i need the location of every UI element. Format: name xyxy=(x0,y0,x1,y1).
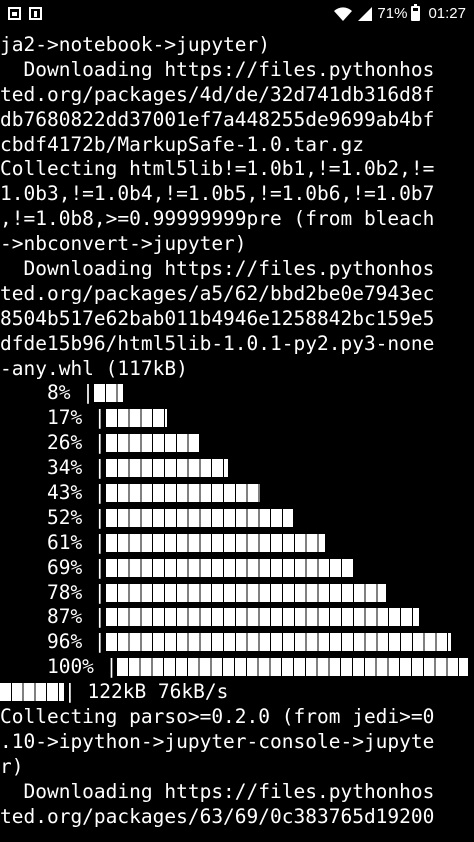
download-speed: | 122kB 76kB/s xyxy=(64,680,229,704)
terminal-line: ted.org/packages/a5/62/bbd2be0e7943ec xyxy=(0,281,435,305)
terminal-line: 8504b517e62bab011b4946e1258842bc159e5 xyxy=(0,306,435,330)
terminal-line: ja2->notebook->jupyter) xyxy=(0,33,271,56)
terminal-output[interactable]: ja2->notebook->jupyter) Downloading http… xyxy=(0,33,474,830)
progress-row: 87% | xyxy=(0,605,474,630)
progress-row: 43% | xyxy=(0,481,474,506)
progress-row: 26% | xyxy=(0,431,474,456)
battery-level-fill xyxy=(413,11,419,19)
progress-bar xyxy=(105,508,294,527)
progress-label: 96% | xyxy=(0,630,106,654)
progress-label: 61% | xyxy=(0,530,106,554)
system-status: 71% 01:27 xyxy=(333,4,466,22)
wifi-icon xyxy=(333,6,353,22)
progress-label: 26% | xyxy=(0,431,106,455)
terminal-line: ted.org/packages/63/69/0c383765d19200 xyxy=(0,804,435,828)
terminal-line: cbdf4172b/MarkupSafe-1.0.tar.gz xyxy=(0,132,364,156)
download-summary: | 122kB 76kB/s xyxy=(0,680,474,705)
terminal-line: ted.org/packages/4d/de/32d741db316d8f xyxy=(0,82,435,106)
terminal-line: ->nbconvert->jupyter) xyxy=(0,232,247,256)
terminal-line: r) xyxy=(0,754,24,778)
notification-icons xyxy=(8,7,42,20)
progress-bar xyxy=(105,633,452,652)
terminal-line: Collecting html5lib!=1.0b1,!=1.0b2,!= xyxy=(0,157,435,181)
progress-row: 52% | xyxy=(0,506,474,531)
progress-row: 8% | xyxy=(0,381,474,406)
progress-label: 8% | xyxy=(0,381,94,405)
progress-label: 100% | xyxy=(0,655,118,679)
status-bar: 71% 01:27 xyxy=(0,0,474,32)
progress-bar xyxy=(105,608,420,627)
progress-label: 52% | xyxy=(0,505,106,529)
progress-bar xyxy=(117,658,468,677)
progress-bar xyxy=(105,434,200,453)
progress-bar xyxy=(105,459,229,478)
progress-row: 34% | xyxy=(0,456,474,481)
progress-label: 17% | xyxy=(0,406,106,430)
terminal-line: Collecting parso>=0.2.0 (from jedi>=0 xyxy=(0,705,435,729)
clock: 01:27 xyxy=(428,5,466,22)
terminal-line: .10->ipython->jupyter-console->jupyte xyxy=(0,729,435,753)
terminal-line: 1.0b3,!=1.0b4,!=1.0b5,!=1.0b6,!=1.0b7 xyxy=(0,182,435,206)
image-notification-icon xyxy=(8,7,21,20)
signal-icon xyxy=(357,6,373,22)
progress-row: 69% | xyxy=(0,556,474,581)
battery-percent: 71% xyxy=(377,5,408,22)
progress-row: 100% | xyxy=(0,655,474,680)
progress-label: 34% | xyxy=(0,456,106,480)
terminal-line: Downloading https://files.pythonhos xyxy=(0,57,435,81)
progress-bar xyxy=(105,409,168,428)
progress-label: 69% | xyxy=(0,555,106,579)
progress-bar-overflow xyxy=(0,683,64,702)
progress-bar xyxy=(105,583,387,602)
terminal-line: dfde15b96/html5lib-1.0.1-py2.py3-none xyxy=(0,331,435,355)
progress-label: 78% | xyxy=(0,580,106,604)
progress-label: 43% | xyxy=(0,481,106,505)
terminal-line: Downloading https://files.pythonhos xyxy=(0,257,435,281)
battery-icon xyxy=(411,4,421,21)
progress-row: 78% | xyxy=(0,581,474,606)
progress-label: 87% | xyxy=(0,605,106,629)
progress-bar xyxy=(105,484,261,503)
terminal-line: Downloading https://files.pythonhos xyxy=(0,779,435,803)
terminal-line: db7680822dd37001ef7a448255de9699ab4bf xyxy=(0,107,435,131)
progress-row: 96% | xyxy=(0,630,474,655)
progress-row: 17% | xyxy=(0,406,474,431)
progress-row: 61% | xyxy=(0,531,474,556)
message-notification-icon xyxy=(29,7,42,20)
progress-bar xyxy=(93,384,123,403)
progress-bar xyxy=(105,558,355,577)
terminal-line: -any.whl (117kB) xyxy=(0,356,188,380)
terminal-line: ,!=1.0b8,>=0.99999999pre (from bleach xyxy=(0,207,435,231)
progress-bar xyxy=(105,533,326,552)
